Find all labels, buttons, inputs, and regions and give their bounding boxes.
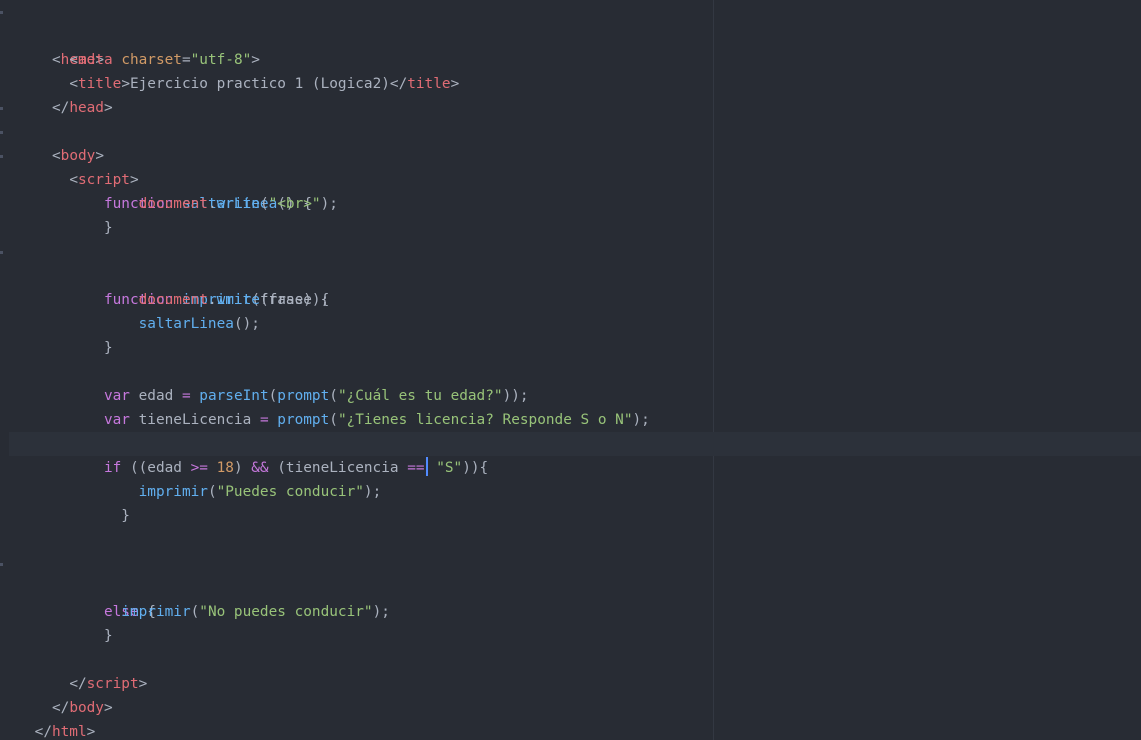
code-editor[interactable]: <head> <meta charset="utf-8"> <title>Eje… [0, 0, 1141, 740]
code-line-5[interactable]: <body> [0, 96, 1141, 164]
code-line-14[interactable]: } [0, 312, 1141, 356]
code-line-7[interactable]: function saltarLinea() { [0, 144, 1141, 212]
code-line-10[interactable] [0, 216, 1141, 240]
fold-marker-icon[interactable] [0, 155, 3, 158]
code-line-12[interactable]: document.write(frase); [0, 264, 1141, 308]
code-line-15[interactable] [0, 336, 1141, 360]
code-line-4[interactable]: </head> [0, 72, 1141, 116]
code-line-21[interactable]: } [0, 480, 1141, 524]
code-line-2[interactable]: <meta charset="utf-8"> [0, 24, 1141, 68]
code-line-3[interactable]: <title>Ejercicio practico 1 (Logica2)</t… [0, 48, 1141, 92]
fold-marker-icon[interactable] [0, 251, 3, 254]
code-line-22[interactable] [0, 504, 1141, 528]
code-line-16[interactable]: var edad = parseInt(prompt("¿Cuál es tu … [0, 360, 1141, 404]
code-line-11[interactable]: function imprimir(frase) { [0, 240, 1141, 308]
code-line-24[interactable]: else { [0, 552, 1141, 620]
code-line-28[interactable]: </script> [0, 648, 1141, 692]
code-line-18[interactable] [0, 408, 1141, 432]
code-line-29[interactable]: </body> [0, 672, 1141, 716]
code-line-26[interactable]: } [0, 600, 1141, 644]
code-line-19-active[interactable]: if ((edad >= 18) && (tieneLicencia == "S… [9, 432, 1141, 476]
code-line-17[interactable]: var tieneLicencia = prompt("¿Tienes lice… [0, 384, 1141, 428]
code-line-13[interactable]: saltarLinea(); [0, 288, 1141, 332]
code-line-30[interactable]: </html> [0, 696, 1141, 740]
code-line-20[interactable]: imprimir("Puedes conducir"); [0, 456, 1141, 500]
code-line-9[interactable]: } [0, 192, 1141, 236]
code-line-25[interactable]: imprimir("No puedes conducir"); [0, 576, 1141, 620]
fold-marker-icon[interactable] [0, 107, 3, 110]
fold-marker-icon[interactable] [0, 563, 3, 566]
code-line-8[interactable]: document.write("<br>"); [0, 168, 1141, 212]
code-line-27[interactable] [0, 624, 1141, 648]
code-line-23[interactable] [0, 528, 1141, 552]
code-line-6[interactable]: <script> [0, 120, 1141, 188]
code-line-1[interactable]: <head> [0, 0, 1141, 68]
fold-marker-icon[interactable] [0, 11, 3, 14]
fold-marker-icon[interactable] [0, 131, 3, 134]
